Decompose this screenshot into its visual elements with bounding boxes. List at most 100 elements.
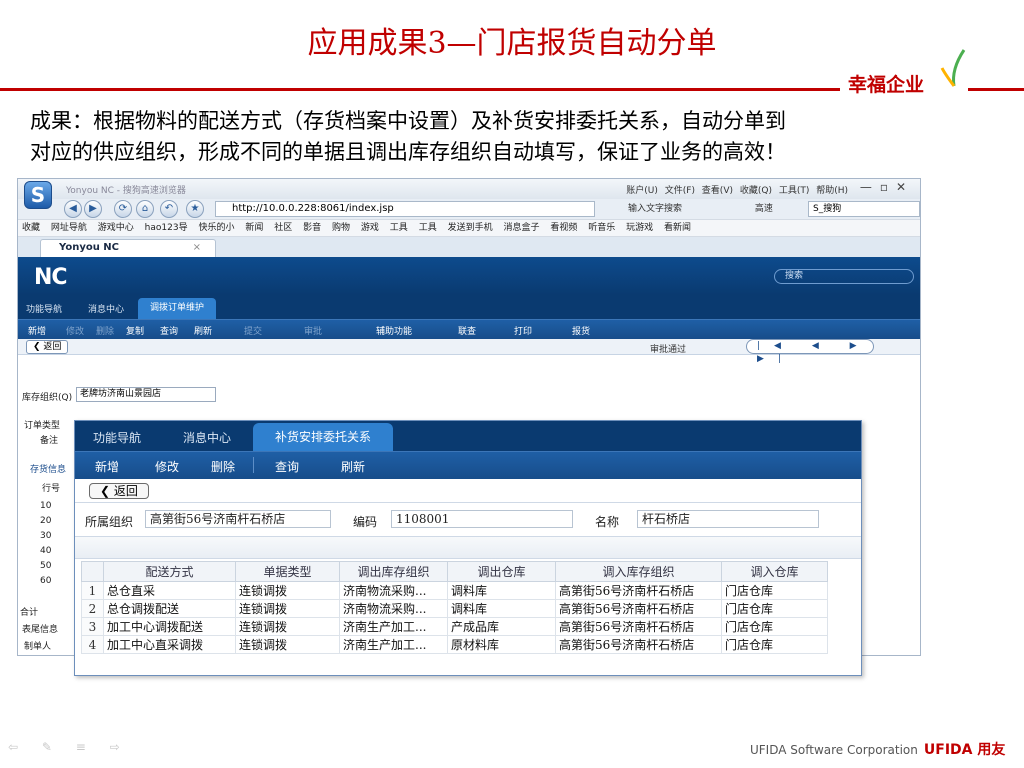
column-header[interactable]: 调出仓库 [447, 561, 556, 582]
link-query-button[interactable]: 联查 [458, 324, 476, 337]
forward-icon[interactable]: ▶ [84, 200, 102, 218]
table-cell[interactable]: 调料库 [447, 581, 556, 600]
url-input[interactable]: http://10.0.0.228:8061/index.jsp [215, 201, 595, 217]
table-cell[interactable]: 原材料库 [447, 635, 556, 654]
refresh-button[interactable]: 刷新 [194, 324, 212, 337]
table-cell[interactable]: 门店仓库 [721, 617, 828, 636]
table-row[interactable]: 3 加工中心调拨配送 连锁调拨 济南生产加工... 产成品库 高第街56号济南杆… [81, 617, 828, 636]
query-button[interactable]: 查询 [160, 324, 178, 337]
report-goods-button[interactable]: 报货 [572, 324, 590, 337]
fav-item[interactable]: 收藏 [22, 223, 40, 233]
table-cell[interactable]: 连锁调拨 [235, 635, 340, 654]
edit-button[interactable]: 修改 [155, 458, 179, 475]
tab-function-nav[interactable]: 功能导航 [26, 302, 62, 315]
delete-button[interactable]: 删除 [96, 324, 114, 337]
browser-tab[interactable]: Yonyou NC × [40, 239, 216, 257]
table-cell[interactable]: 济南生产加工... [339, 635, 448, 654]
table-cell[interactable]: 高第街56号济南杆石桥店 [555, 635, 722, 654]
table-row[interactable]: 1 总仓直采 连锁调拨 济南物流采购... 调料库 高第街56号济南杆石桥店 门… [81, 581, 828, 600]
column-header[interactable]: 调入库存组织 [555, 561, 722, 582]
tab-transfer-order[interactable]: 调拨订单维护 [138, 298, 217, 319]
nc-search-input[interactable]: 搜索 [774, 269, 914, 284]
table-row[interactable]: 2 总仓调拨配送 连锁调拨 济南物流采购... 调料库 高第街56号济南杆石桥店… [81, 599, 828, 618]
edit-button[interactable]: 修改 [66, 324, 84, 337]
browser-menu[interactable]: 账户(U) 文件(F) 查看(V) 收藏(Q) 工具(T) 帮助(H) [626, 183, 848, 196]
fav-item[interactable]: 听音乐 [588, 223, 615, 233]
speed-label[interactable]: 高速 [755, 204, 773, 214]
print-button[interactable]: 打印 [514, 324, 532, 337]
fav-item[interactable]: 影音 [303, 223, 321, 233]
fav-item[interactable]: 新闻 [245, 223, 263, 233]
table-cell[interactable]: 加工中心调拨配送 [103, 617, 236, 636]
approve-button[interactable]: 审批 [304, 324, 322, 337]
table-cell[interactable]: 门店仓库 [721, 635, 828, 654]
record-pager[interactable]: |◀ ◀ ▶ ▶| [746, 339, 874, 364]
org-field[interactable]: 老牌坊济南山景园店 [76, 387, 216, 402]
tab-message-center[interactable]: 消息中心 [183, 429, 231, 446]
org-field[interactable]: 高第街56号济南杆石桥店 [145, 510, 331, 528]
table-cell[interactable]: 高第街56号济南杆石桥店 [555, 581, 722, 600]
fav-item[interactable]: 社区 [274, 223, 292, 233]
code-field[interactable]: 1108001 [391, 510, 573, 528]
home-icon[interactable]: ⌂ [136, 200, 154, 218]
assist-function-button[interactable]: 辅助功能 [376, 324, 412, 337]
table-cell[interactable]: 连锁调拨 [235, 581, 340, 600]
table-cell[interactable]: 加工中心直采调拨 [103, 635, 236, 654]
name-field[interactable]: 杆石桥店 [637, 510, 819, 528]
table-cell[interactable]: 济南生产加工... [339, 617, 448, 636]
footer-info-label[interactable]: 表尾信息 [22, 622, 58, 635]
refresh-button[interactable]: 刷新 [341, 458, 365, 475]
fav-item[interactable]: 游戏中心 [98, 223, 134, 233]
table-cell[interactable]: 总仓直采 [103, 581, 236, 600]
submit-button[interactable]: 提交 [244, 324, 262, 337]
query-button[interactable]: 查询 [275, 458, 299, 475]
window-controls[interactable]: —▫✕ [860, 180, 914, 194]
back-button[interactable]: ❮ 返回 [26, 340, 69, 354]
copy-button[interactable]: 复制 [126, 324, 144, 337]
table-cell[interactable]: 产成品库 [447, 617, 556, 636]
favorite-star-icon[interactable]: ★ [186, 200, 204, 218]
slide-nav-icons[interactable]: ⇦ ✎ ≡ ⇨ [8, 740, 130, 754]
tab-message-center[interactable]: 消息中心 [88, 302, 124, 315]
table-cell[interactable]: 门店仓库 [721, 599, 828, 618]
column-header[interactable]: 配送方式 [103, 561, 236, 582]
table-cell[interactable]: 连锁调拨 [235, 599, 340, 618]
fav-item[interactable]: 游戏 [361, 223, 379, 233]
fav-item[interactable]: 工具 [390, 223, 408, 233]
fav-item[interactable]: 消息盒子 [503, 223, 539, 233]
search-hint[interactable]: 输入文字搜索 高速 [628, 201, 808, 217]
table-cell[interactable]: 高第街56号济南杆石桥店 [555, 617, 722, 636]
table-cell[interactable]: 济南物流采购... [339, 581, 448, 600]
fav-item[interactable]: 工具 [419, 223, 437, 233]
table-cell[interactable]: 连锁调拨 [235, 617, 340, 636]
search-engine-input[interactable]: S_搜狗 [808, 201, 920, 217]
fav-item[interactable]: 网址导航 [51, 223, 87, 233]
delete-button[interactable]: 删除 [211, 458, 235, 475]
tab-function-nav[interactable]: 功能导航 [93, 429, 141, 446]
fav-item[interactable]: hao123导 [145, 223, 188, 233]
table-cell[interactable]: 高第街56号济南杆石桥店 [555, 599, 722, 618]
back-button[interactable]: ❮ 返回 [89, 483, 149, 499]
back-icon[interactable]: ◀ [64, 200, 82, 218]
table-row[interactable]: 4 加工中心直采调拨 连锁调拨 济南生产加工... 原材料库 高第街56号济南杆… [81, 635, 828, 654]
fav-item[interactable]: 购物 [332, 223, 350, 233]
fav-item[interactable]: 快乐的小 [198, 223, 234, 233]
add-button[interactable]: 新增 [95, 458, 119, 475]
refresh-icon[interactable]: ⟳ [114, 200, 132, 218]
table-cell[interactable]: 济南物流采购... [339, 599, 448, 618]
tab-replenish-delegation[interactable]: 补货安排委托关系 [253, 423, 394, 451]
inventory-info-tab[interactable]: 存货信息 [30, 462, 66, 475]
column-header[interactable]: 调出库存组织 [339, 561, 448, 582]
fav-item[interactable]: 看新闻 [664, 223, 691, 233]
fav-item[interactable]: 发送到手机 [448, 223, 493, 233]
close-icon[interactable]: × [193, 240, 201, 256]
fav-item[interactable]: 玩游戏 [626, 223, 653, 233]
table-cell[interactable]: 总仓调拨配送 [103, 599, 236, 618]
column-header[interactable]: 单据类型 [235, 561, 340, 582]
column-header[interactable]: 调入仓库 [721, 561, 828, 582]
table-cell[interactable]: 门店仓库 [721, 581, 828, 600]
fav-item[interactable]: 看视频 [550, 223, 577, 233]
table-cell[interactable]: 调料库 [447, 599, 556, 618]
undo-icon[interactable]: ↶ [160, 200, 178, 218]
add-button[interactable]: 新增 [28, 324, 46, 337]
